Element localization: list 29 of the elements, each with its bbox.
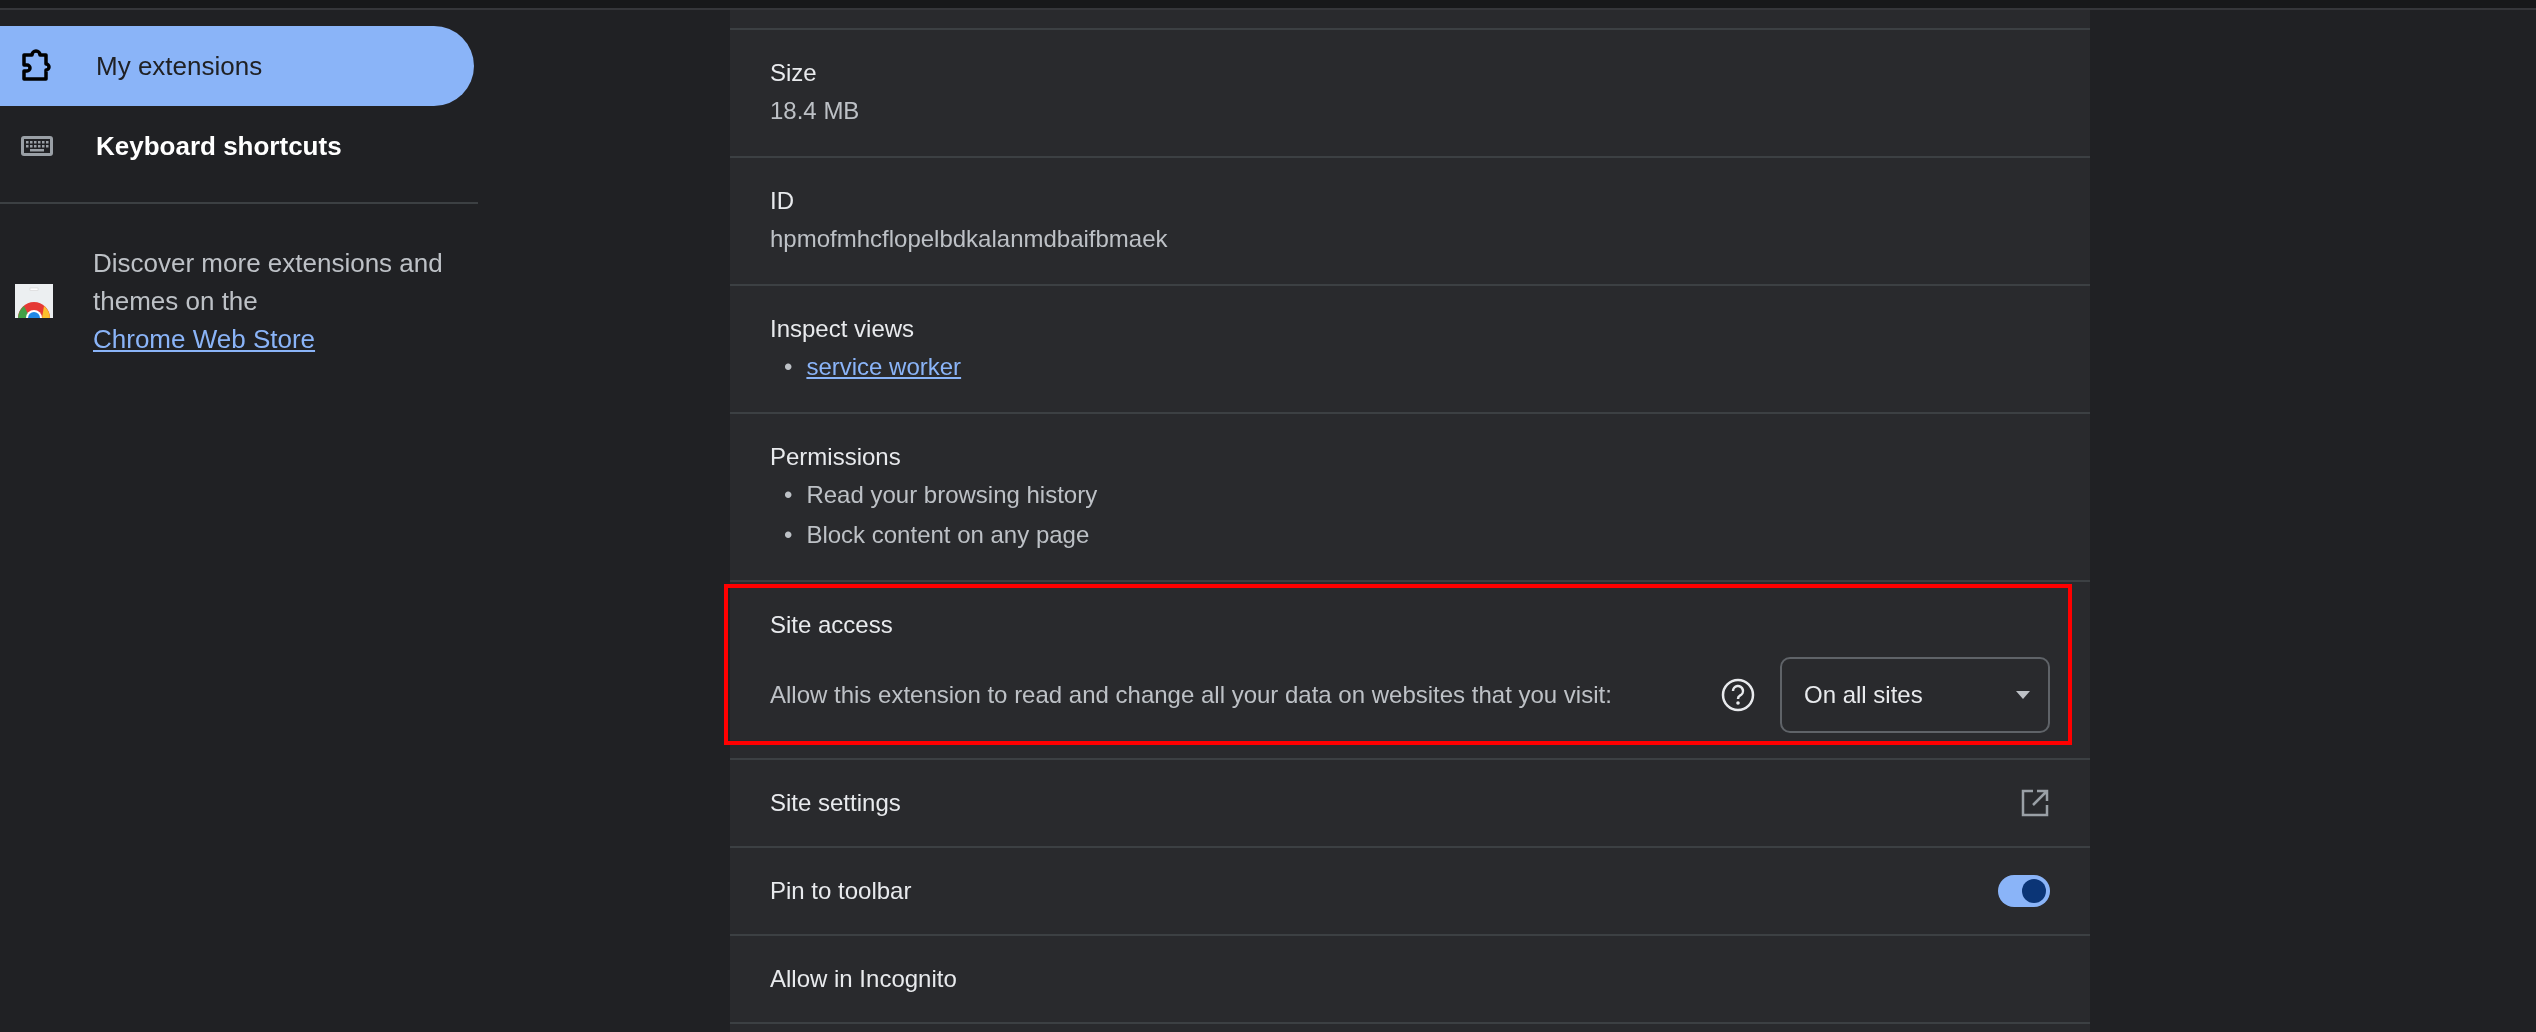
list-link[interactable]: service worker [806,352,962,382]
puzzle-icon [20,49,54,83]
detail-label: Allow in Incognito [770,964,958,994]
caret-icon [2016,691,2030,699]
detail-value: hpmofmhcflopelbdkalanmdbaifbmaek [770,224,1169,254]
nav-item[interactable]: Keyboard shortcuts [0,106,474,186]
keyboard-icon [20,135,54,157]
detail-label: Inspect views [770,314,916,344]
detail-label: Pin to toolbar [770,876,912,906]
detail-label: Size [770,58,818,88]
detail-value: 18.4 MB [770,96,861,126]
detail-label: Site settings [770,788,901,818]
nav-item[interactable]: My extensions [0,26,474,106]
bullet: • [784,480,793,510]
detail-label: Site access [770,610,894,640]
promo-text: Discover more extensions and themes on the Chrome Web Store [93,247,444,356]
detail-description: Allow this extension to read and change all your data on websites that you visit: [770,680,1613,710]
store-icon [15,284,53,318]
detail-label: Permissions [770,442,902,472]
store-link[interactable]: Chrome Web Store [93,324,316,354]
bullet: • [784,520,793,550]
detail-label: ID [770,186,795,216]
toggle-switch[interactable] [1998,875,2050,907]
list-item: Block content on any page [806,520,1090,550]
list-item: Read your browsing history [806,480,1098,510]
bullet: • [784,352,793,382]
external-link-icon[interactable] [2020,788,2050,818]
help-icon[interactable] [1720,677,1756,713]
site-access-select[interactable]: On all sites [1780,657,2050,733]
